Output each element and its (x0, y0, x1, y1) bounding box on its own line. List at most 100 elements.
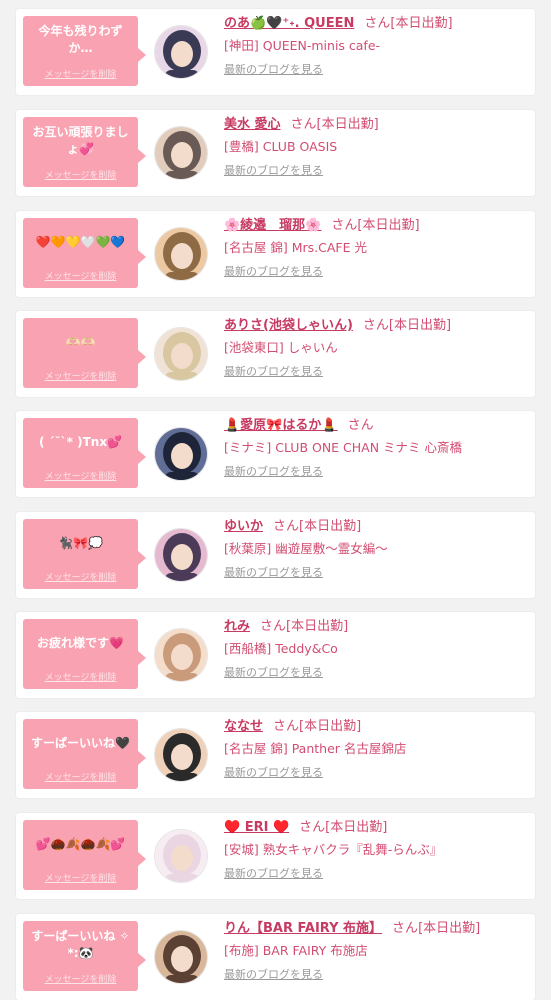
avatar-photo-icon (155, 729, 207, 781)
message-card: ❤️🧡💛🤍💚💙 メッセージを削除 🌸綾邉 瑠那🌸 さん[本日出勤] [名古屋 錦]… (16, 211, 535, 297)
latest-blog-link[interactable]: 最新のブログを見る (224, 364, 323, 380)
latest-blog-link[interactable]: 最新のブログを見る (224, 565, 323, 581)
honorific: さん (331, 218, 358, 233)
avatar[interactable] (154, 728, 208, 782)
member-name-link[interactable]: 美水 愛心 (224, 117, 281, 132)
message-card: 💕🌰🍂🌰🍂💕 メッセージを削除 ♥️ ERI ♥️ さん[本日出勤] [安城] 熟… (16, 813, 535, 899)
message-card: お互い頑張りましょ💞 メッセージを削除 美水 愛心 さん[本日出勤] [豊橋] C… (16, 110, 535, 196)
message-text: ❤️🧡💛🤍💚💙 (35, 234, 126, 249)
avatar-photo-icon (155, 931, 207, 983)
honorific: さん (364, 16, 391, 31)
latest-blog-link[interactable]: 最新のブログを見る (224, 464, 323, 480)
shop-label: [名古屋 錦] Panther 名古屋錦店 (224, 741, 407, 756)
message-card: すーぱーいいね ✧*:🐼 メッセージを削除 りん【BAR FAIRY 布施】 さん… (16, 914, 535, 1000)
message-text: 今年も残りわずか… (38, 24, 123, 55)
delete-message-link[interactable]: メッセージを削除 (23, 67, 138, 80)
member-name-link[interactable]: ありさ(池袋しゃいん) (224, 318, 353, 333)
message-text: 🫶🏻🫶🏻 (65, 334, 96, 349)
delete-message-link[interactable]: メッセージを削除 (23, 770, 138, 783)
member-name-link[interactable]: ななせ (224, 719, 263, 734)
avatar-photo-icon (155, 127, 207, 179)
message-bubble: ❤️🧡💛🤍💚💙 メッセージを削除 (23, 218, 146, 288)
latest-blog-link[interactable]: 最新のブログを見る (224, 163, 323, 179)
latest-blog-link[interactable]: 最新のブログを見る (224, 62, 323, 78)
member-info: 美水 愛心 さん[本日出勤] [豊橋] CLUB OASIS 最新のブログを見る (224, 115, 529, 179)
member-name-link[interactable]: ゆいか (224, 519, 263, 534)
member-info: りん【BAR FAIRY 布施】 さん[本日出勤] [布施] BAR FAIRY … (224, 919, 529, 983)
attendance-status: [本日出勤] (390, 16, 453, 31)
shop-label: [名古屋 錦] Mrs.CAFE 光 (224, 240, 367, 255)
member-name-link[interactable]: れみ (224, 619, 250, 634)
shop-label: [ミナミ] CLUB ONE CHAN ミナミ 心斎橋 (224, 440, 463, 455)
message-card: 🐈‍⬛🎀💭 メッセージを削除 ゆいか さん[本日出勤] [秋葉原] 幽遊屋敷～霊女… (16, 512, 535, 598)
honorific: さん (362, 318, 389, 333)
attendance-status: [本日出勤] (299, 519, 362, 534)
message-card: ( ´˘`* )Tnx💕 メッセージを削除 💄愛原🎀はるか💄 さん [ミナミ] C… (16, 411, 535, 497)
member-name-link[interactable]: 🌸綾邉 瑠那🌸 (224, 218, 321, 233)
delete-message-link[interactable]: メッセージを削除 (23, 670, 138, 683)
avatar-photo-icon (155, 26, 207, 78)
avatar[interactable] (154, 427, 208, 481)
delete-message-link[interactable]: メッセージを削除 (23, 871, 138, 884)
message-card: 🫶🏻🫶🏻 メッセージを削除 ありさ(池袋しゃいん) さん[本日出勤] [池袋東口]… (16, 311, 535, 397)
honorific: さん (260, 619, 287, 634)
message-bubble: すーぱーいいね ✧*:🐼 メッセージを削除 (23, 921, 146, 991)
attendance-status: [本日出勤] (325, 820, 388, 835)
message-bubble: ( ´˘`* )Tnx💕 メッセージを削除 (23, 418, 146, 488)
attendance-status: [本日出勤] (418, 921, 481, 936)
delete-message-link[interactable]: メッセージを削除 (23, 972, 138, 985)
avatar[interactable] (154, 327, 208, 381)
avatar-photo-icon (155, 228, 207, 280)
message-text: 💕🌰🍂🌰🍂💕 (35, 836, 126, 851)
latest-blog-link[interactable]: 最新のブログを見る (224, 264, 323, 280)
avatar[interactable] (154, 227, 208, 281)
attendance-status: [本日出勤] (388, 318, 452, 333)
shop-label: [池袋東口] しゃいん (224, 340, 338, 355)
honorific: さん (392, 921, 419, 936)
message-card: お疲れ様です💗 メッセージを削除 れみ さん[本日出勤] [西船橋] Teddy&… (16, 612, 535, 698)
shop-label: [神田] QUEEN-minis cafe- (224, 38, 381, 53)
message-text: すーぱーいいね🖤 (31, 735, 130, 750)
avatar-photo-icon (155, 830, 207, 882)
latest-blog-link[interactable]: 最新のブログを見る (224, 967, 323, 983)
latest-blog-link[interactable]: 最新のブログを見る (224, 765, 323, 781)
member-name-link[interactable]: ♥️ ERI ♥️ (224, 820, 289, 835)
delete-message-link[interactable]: メッセージを削除 (23, 168, 138, 181)
message-text: お互い頑張りましょ💞 (32, 125, 129, 156)
delete-message-link[interactable]: メッセージを削除 (23, 570, 138, 583)
latest-blog-link[interactable]: 最新のブログを見る (224, 866, 323, 882)
message-bubble: お疲れ様です💗 メッセージを削除 (23, 619, 146, 689)
avatar[interactable] (154, 126, 208, 180)
message-bubble: 🫶🏻🫶🏻 メッセージを削除 (23, 318, 146, 388)
avatar[interactable] (154, 829, 208, 883)
member-info: ななせ さん[本日出勤] [名古屋 錦] Panther 名古屋錦店 最新のブログ… (224, 717, 529, 781)
message-bubble: 今年も残りわずか… メッセージを削除 (23, 16, 146, 86)
message-card: 今年も残りわずか… メッセージを削除 のあ🍏🖤⁺˖. QUEEN さん[本日出勤]… (16, 9, 535, 95)
delete-message-link[interactable]: メッセージを削除 (23, 469, 138, 482)
latest-blog-link[interactable]: 最新のブログを見る (224, 665, 323, 681)
honorific: さん (273, 719, 300, 734)
avatar[interactable] (154, 25, 208, 79)
message-text: お疲れ様です💗 (37, 635, 124, 650)
avatar-photo-icon (155, 428, 207, 480)
member-info: れみ さん[本日出勤] [西船橋] Teddy&Co 最新のブログを見る (224, 617, 529, 681)
delete-message-link[interactable]: メッセージを削除 (23, 269, 138, 282)
message-card: すーぱーいいね🖤 メッセージを削除 ななせ さん[本日出勤] [名古屋 錦] Pa… (16, 712, 535, 798)
attendance-status: [本日出勤] (316, 117, 379, 132)
message-text: ( ´˘`* )Tnx💕 (38, 434, 122, 449)
avatar[interactable] (154, 628, 208, 682)
honorific: さん (347, 418, 374, 433)
message-text: 🐈‍⬛🎀💭 (58, 535, 103, 550)
honorific: さん (299, 820, 326, 835)
attendance-status: [本日出勤] (286, 619, 349, 634)
delete-message-link[interactable]: メッセージを削除 (23, 369, 138, 382)
shop-label: [西船橋] Teddy&Co (224, 641, 338, 656)
attendance-status: [本日出勤] (357, 218, 420, 233)
member-name-link[interactable]: のあ🍏🖤⁺˖. QUEEN (224, 16, 354, 31)
avatar[interactable] (154, 930, 208, 984)
attendance-status: [本日出勤] (299, 719, 362, 734)
member-name-link[interactable]: りん【BAR FAIRY 布施】 (224, 921, 382, 936)
member-name-link[interactable]: 💄愛原🎀はるか💄 (224, 418, 338, 433)
shop-label: [安城] 熟女キャバクラ『乱舞-らんぶ』 (224, 842, 443, 857)
avatar[interactable] (154, 528, 208, 582)
